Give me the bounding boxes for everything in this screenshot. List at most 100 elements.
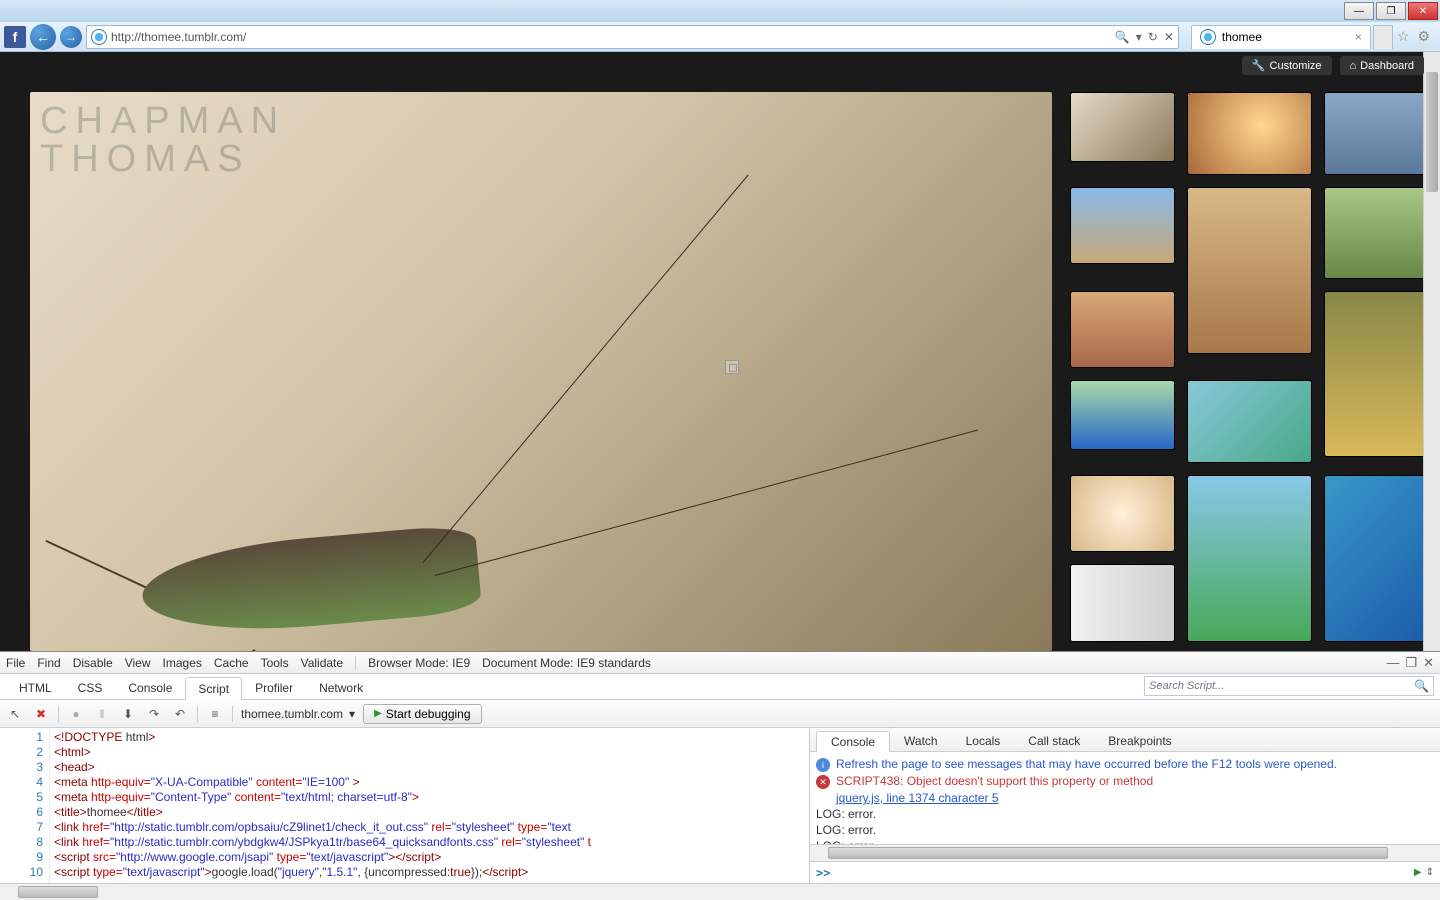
console-hscrollbar[interactable] xyxy=(810,844,1440,861)
dashboard-button[interactable]: ⌂ Dashboard xyxy=(1340,56,1424,75)
close-button[interactable]: ✕ xyxy=(1408,2,1438,20)
tab-console[interactable]: Console xyxy=(115,676,185,699)
step-icon[interactable]: ⬇ xyxy=(119,705,137,723)
run-icon[interactable]: ▶ xyxy=(1414,867,1422,878)
error-icon: ✕ xyxy=(816,775,830,789)
rtab-watch[interactable]: Watch xyxy=(890,731,952,751)
page-scrollbar[interactable] xyxy=(1423,52,1440,651)
devtools-undock-icon[interactable]: ❐ xyxy=(1405,655,1417,671)
search-icon[interactable]: 🔍 xyxy=(1115,30,1130,44)
tab-title: thomee xyxy=(1222,30,1262,44)
toolbar-separator xyxy=(197,706,198,722)
thumbnail[interactable] xyxy=(1070,187,1175,264)
url-input[interactable] xyxy=(111,30,1111,44)
console-log-line: LOG: error. xyxy=(816,822,1434,838)
rtab-locals[interactable]: Locals xyxy=(952,731,1015,751)
tab-close-icon[interactable]: × xyxy=(1355,30,1362,44)
tab-css[interactable]: CSS xyxy=(65,676,116,699)
console-input-row: >> ▶ ⇕ xyxy=(810,861,1440,883)
browser-mode[interactable]: Browser Mode: IE9 xyxy=(368,656,470,670)
multiline-icon[interactable]: ⇕ xyxy=(1426,867,1434,878)
scrollbar-thumb[interactable] xyxy=(1426,72,1438,192)
menu-images[interactable]: Images xyxy=(163,656,202,670)
file-selector[interactable]: thomee.tumblr.com ▾ xyxy=(241,707,355,721)
thumbnail[interactable] xyxy=(1070,92,1175,162)
tab-profiler[interactable]: Profiler xyxy=(242,676,306,699)
menu-validate[interactable]: Validate xyxy=(301,656,343,670)
window-controls: — ❐ ✕ xyxy=(1344,2,1438,20)
image-placeholder-icon xyxy=(725,360,739,374)
search-input[interactable] xyxy=(1149,680,1414,692)
step-over-icon[interactable]: ↷ xyxy=(145,705,163,723)
address-bar-actions: 🔍 ▾ ↻ ✕ xyxy=(1115,30,1174,44)
facebook-icon[interactable]: f xyxy=(4,26,26,48)
browser-tab[interactable]: thomee × xyxy=(1191,25,1371,49)
minimize-button[interactable]: — xyxy=(1344,2,1374,20)
forward-button[interactable]: → xyxy=(60,26,82,48)
thumbnail[interactable] xyxy=(1070,475,1175,552)
rtab-console[interactable]: Console xyxy=(816,731,890,752)
source-code[interactable]: <!DOCTYPE html> <html> <head> <meta http… xyxy=(50,728,809,883)
menu-disable[interactable]: Disable xyxy=(73,656,113,670)
page-content: 🔧 Customize ⌂ Dashboard CHAPMAN THOMAS xyxy=(0,52,1440,651)
select-element-icon[interactable]: ↖ xyxy=(6,705,24,723)
new-tab-button[interactable] xyxy=(1373,25,1393,49)
start-debugging-button[interactable]: ▶ Start debugging xyxy=(363,704,481,724)
menu-file[interactable]: File xyxy=(6,656,25,670)
thumbnail[interactable] xyxy=(1187,187,1312,353)
scrollbar-thumb[interactable] xyxy=(828,847,1388,859)
source-hscrollbar[interactable] xyxy=(0,883,1440,900)
rtab-callstack[interactable]: Call stack xyxy=(1014,731,1094,751)
pause-icon[interactable]: ● xyxy=(67,705,85,723)
thumbnail[interactable] xyxy=(1070,564,1175,641)
menu-cache[interactable]: Cache xyxy=(214,656,249,670)
devtools-minimize-icon[interactable]: — xyxy=(1386,655,1399,671)
menu-tools[interactable]: Tools xyxy=(261,656,289,670)
ie-icon xyxy=(91,29,107,45)
hero-watermark: CHAPMAN THOMAS xyxy=(40,102,286,178)
address-bar[interactable]: 🔍 ▾ ↻ ✕ xyxy=(86,25,1179,49)
step-out-icon[interactable]: ↶ xyxy=(171,705,189,723)
search-icon[interactable]: 🔍 xyxy=(1414,679,1429,693)
thumbnail[interactable] xyxy=(1187,380,1312,463)
toolbar-separator xyxy=(232,706,233,722)
tab-script[interactable]: Script xyxy=(185,677,242,700)
scrollbar-thumb[interactable] xyxy=(18,886,98,898)
maximize-button[interactable]: ❐ xyxy=(1376,2,1406,20)
favorites-icon[interactable]: ☆ xyxy=(1397,28,1410,45)
devtools-search[interactable]: 🔍 xyxy=(1144,676,1434,696)
break-icon[interactable]: ‖ xyxy=(93,705,111,723)
menu-find[interactable]: Find xyxy=(37,656,60,670)
format-icon[interactable]: ≡ xyxy=(206,705,224,723)
hero-image[interactable]: CHAPMAN THOMAS xyxy=(30,92,1052,651)
rtab-breakpoints[interactable]: Breakpoints xyxy=(1094,731,1185,751)
browser-tabs: thomee × xyxy=(1191,25,1393,49)
clear-icon[interactable]: ✖ xyxy=(32,705,50,723)
thumbnail[interactable] xyxy=(1070,380,1175,450)
console-tabs: Console Watch Locals Call stack Breakpoi… xyxy=(810,728,1440,752)
thumbnail[interactable] xyxy=(1187,92,1312,175)
console-input[interactable] xyxy=(836,865,1407,880)
document-mode[interactable]: Document Mode: IE9 standards xyxy=(482,656,651,670)
ie-favicon-icon xyxy=(1200,29,1216,45)
thumbnail[interactable] xyxy=(1187,475,1312,641)
dropdown-icon[interactable]: ▾ xyxy=(1136,30,1142,44)
console-run-controls: ▶ ⇕ xyxy=(1414,867,1434,878)
settings-icon[interactable]: ⚙ xyxy=(1417,28,1430,45)
source-panel: 1 2 3 4 5 6 7 8 9 10 <!DOCTYPE html> <ht… xyxy=(0,728,810,883)
stop-icon[interactable]: ✕ xyxy=(1164,30,1174,44)
browser-navbar: f ← → 🔍 ▾ ↻ ✕ thomee × ☆ ⚙ xyxy=(0,22,1440,52)
window-titlebar: — ❐ ✕ xyxy=(0,0,1440,22)
tab-html[interactable]: HTML xyxy=(6,676,65,699)
devtools-close-icon[interactable]: ✕ xyxy=(1423,655,1434,671)
play-icon: ▶ xyxy=(374,708,382,719)
thumbnail[interactable] xyxy=(1070,291,1175,368)
tab-network[interactable]: Network xyxy=(306,676,376,699)
refresh-icon[interactable]: ↻ xyxy=(1148,30,1158,44)
console-error-link[interactable]: jquery.js, line 1374 character 5 xyxy=(816,790,1434,806)
menu-view[interactable]: View xyxy=(125,656,151,670)
page-main: CHAPMAN THOMAS xyxy=(0,52,1440,651)
console-output[interactable]: i Refresh the page to see messages that … xyxy=(810,752,1440,844)
customize-button[interactable]: 🔧 Customize xyxy=(1242,56,1332,75)
back-button[interactable]: ← xyxy=(30,24,56,50)
